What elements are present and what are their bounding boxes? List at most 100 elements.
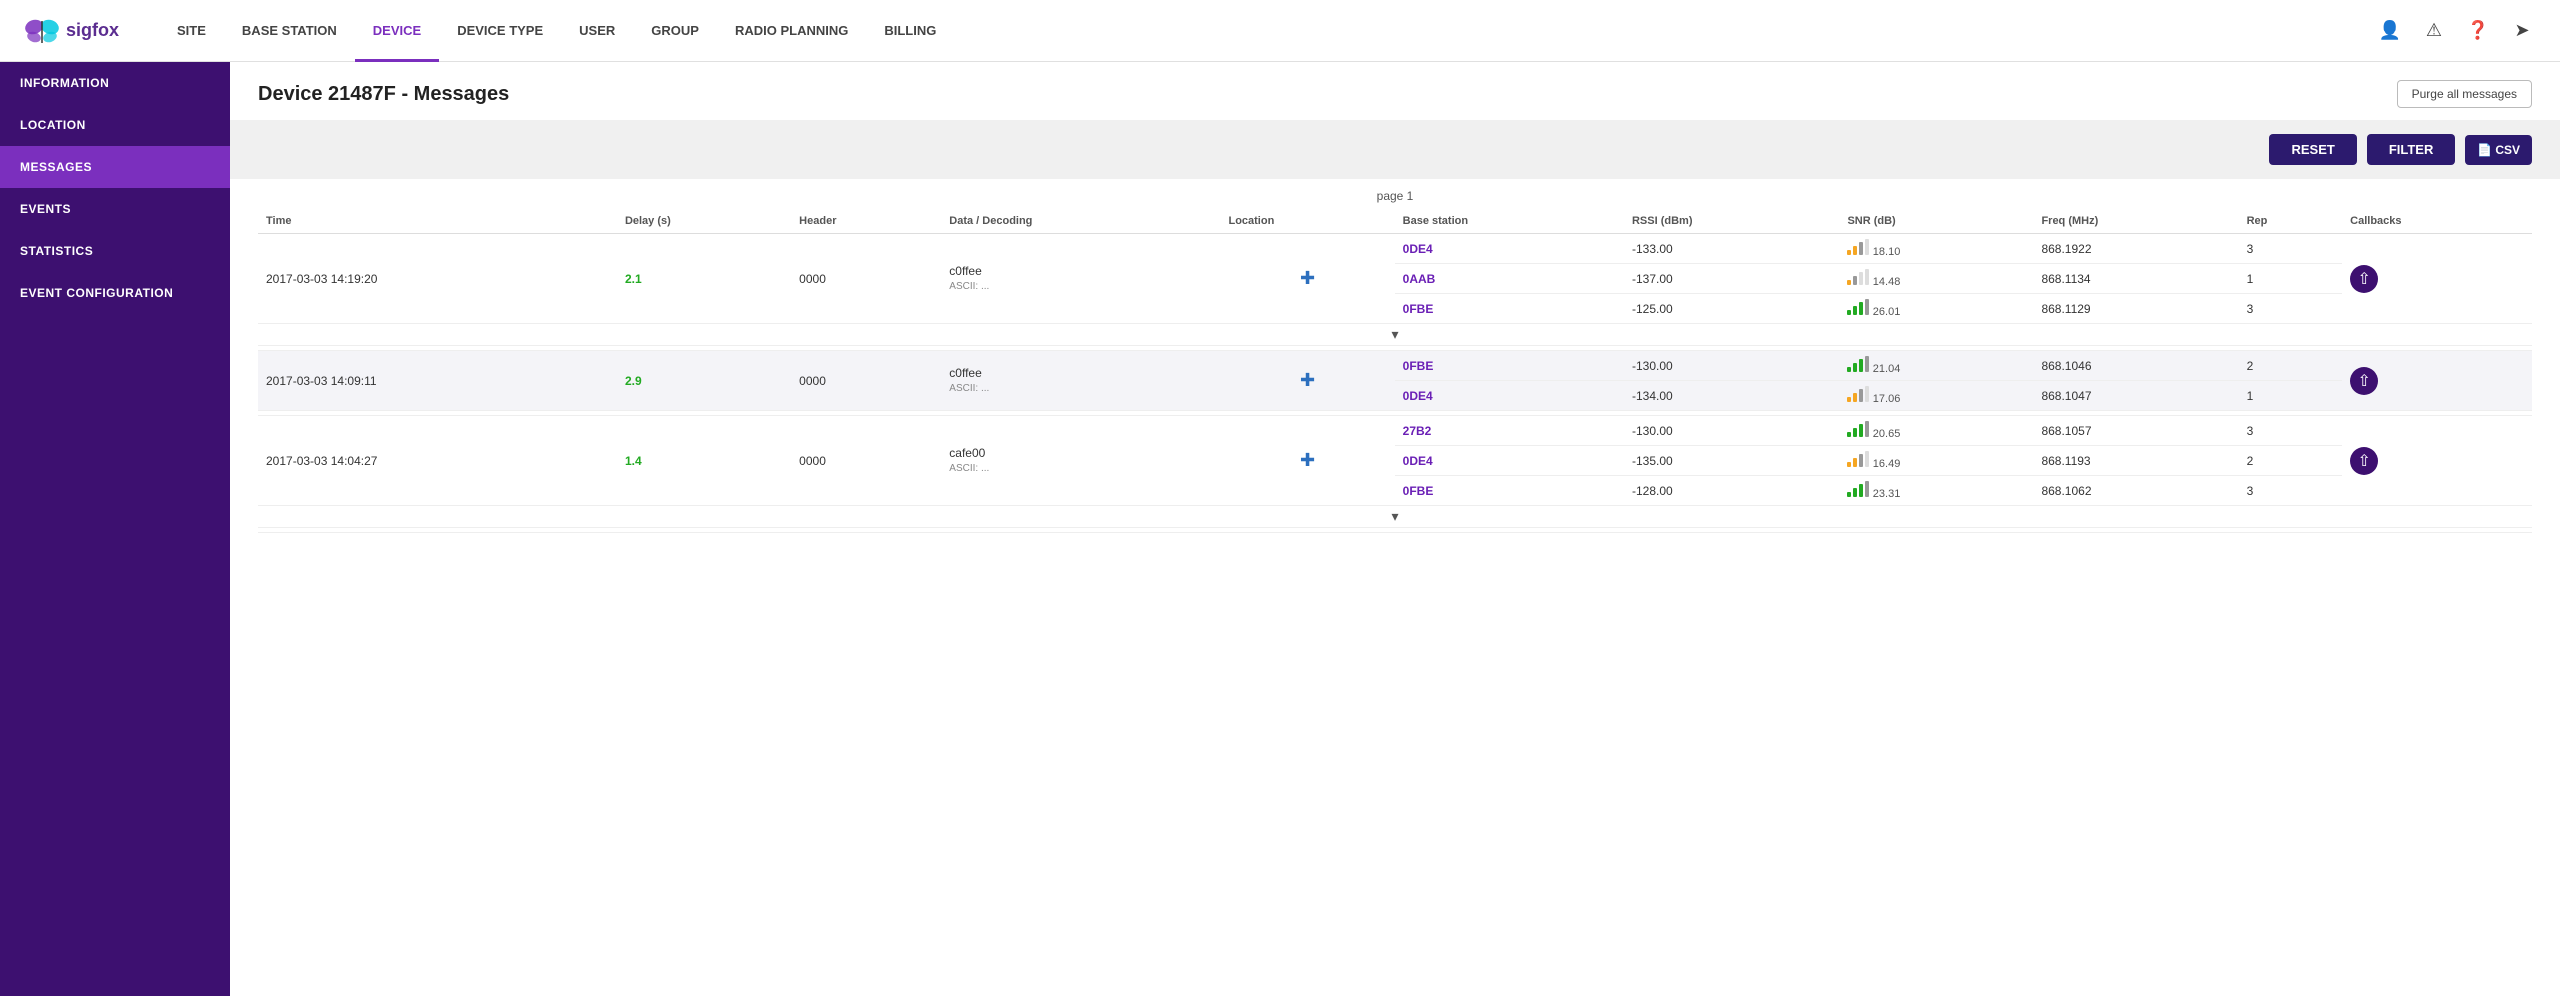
- base-station-link[interactable]: 0FBE: [1403, 302, 1434, 316]
- col-delay: Delay (s): [617, 209, 791, 234]
- cell-location[interactable]: ✚: [1220, 351, 1394, 411]
- cell-snr: 14.48: [1839, 264, 2033, 294]
- cell-base-station[interactable]: 0DE4: [1395, 381, 1624, 411]
- cell-freq: 868.1922: [2033, 234, 2238, 264]
- logout-icon[interactable]: ➤: [2508, 17, 2536, 45]
- nav-item-billing[interactable]: BILLING: [866, 0, 954, 62]
- cell-base-station[interactable]: 0FBE: [1395, 294, 1624, 324]
- nav-links: SITE BASE STATION DEVICE DEVICE TYPE USE…: [159, 0, 2376, 62]
- cell-snr: 17.06: [1839, 381, 2033, 411]
- csv-button[interactable]: 📄 CSV: [2465, 135, 2532, 165]
- top-nav: sigfox SITE BASE STATION DEVICE DEVICE T…: [0, 0, 2560, 62]
- cell-header: 0000: [791, 416, 941, 506]
- expand-chevron-icon[interactable]: ▾: [258, 506, 2532, 528]
- nav-item-radio-planning[interactable]: RADIO PLANNING: [717, 0, 866, 62]
- base-station-link[interactable]: 0AAB: [1403, 272, 1436, 286]
- expand-row[interactable]: ▾: [258, 324, 2532, 346]
- cell-rssi: -137.00: [1624, 264, 1839, 294]
- cell-snr: 21.04: [1839, 351, 2033, 381]
- nav-item-device[interactable]: DEVICE: [355, 0, 439, 62]
- cell-location[interactable]: ✚: [1220, 234, 1394, 324]
- cell-base-station[interactable]: 0AAB: [1395, 264, 1624, 294]
- base-station-link[interactable]: 0DE4: [1403, 454, 1433, 468]
- upload-callback-icon[interactable]: ⇧: [2350, 367, 2378, 395]
- nav-item-user[interactable]: USER: [561, 0, 633, 62]
- help-icon[interactable]: ❓: [2464, 17, 2492, 45]
- location-icon[interactable]: ✚: [1300, 450, 1315, 470]
- reset-button[interactable]: RESET: [2269, 134, 2356, 165]
- cell-base-station[interactable]: 0DE4: [1395, 234, 1624, 264]
- col-data: Data / Decoding: [941, 209, 1220, 234]
- cell-snr: 23.31: [1839, 476, 2033, 506]
- cell-rssi: -128.00: [1624, 476, 1839, 506]
- signal-bars-icon: [1847, 451, 1869, 467]
- base-station-link[interactable]: 27B2: [1403, 424, 1432, 438]
- cell-freq: 868.1129: [2033, 294, 2238, 324]
- cell-data: c0ffeeASCII: ...: [941, 351, 1220, 411]
- cell-time: 2017-03-03 14:04:27: [258, 416, 617, 506]
- expand-chevron-icon[interactable]: ▾: [258, 324, 2532, 346]
- cell-rssi: -135.00: [1624, 446, 1839, 476]
- signal-bars-icon: [1847, 356, 1869, 372]
- base-station-link[interactable]: 0DE4: [1403, 242, 1433, 256]
- location-icon[interactable]: ✚: [1300, 370, 1315, 390]
- col-snr: SNR (dB): [1839, 209, 2033, 234]
- signal-bars-icon: [1847, 239, 1869, 255]
- location-icon[interactable]: ✚: [1300, 268, 1315, 288]
- col-base-station: Base station: [1395, 209, 1624, 234]
- col-freq: Freq (MHz): [2033, 209, 2238, 234]
- cell-callbacks[interactable]: ⇧: [2342, 351, 2532, 411]
- nav-item-device-type[interactable]: DEVICE TYPE: [439, 0, 561, 62]
- cell-snr: 20.65: [1839, 416, 2033, 446]
- col-rssi: RSSI (dBm): [1624, 209, 1839, 234]
- nav-item-base-station[interactable]: BASE STATION: [224, 0, 355, 62]
- base-station-link[interactable]: 0DE4: [1403, 389, 1433, 403]
- cell-base-station[interactable]: 0FBE: [1395, 476, 1624, 506]
- logo-butterfly-icon: [24, 13, 60, 49]
- user-icon[interactable]: 👤: [2376, 17, 2404, 45]
- signal-bars-icon: [1847, 299, 1869, 315]
- cell-snr: 26.01: [1839, 294, 2033, 324]
- filter-bar: RESET FILTER 📄 CSV: [230, 120, 2560, 179]
- cell-callbacks[interactable]: ⇧: [2342, 416, 2532, 506]
- sidebar-item-information[interactable]: INFORMATION: [0, 62, 230, 104]
- nav-icons: 👤 ⚠ ❓ ➤: [2376, 17, 2536, 45]
- alert-icon[interactable]: ⚠: [2420, 17, 2448, 45]
- nav-item-site[interactable]: SITE: [159, 0, 224, 62]
- sidebar: INFORMATION LOCATION MESSAGES EVENTS STA…: [0, 62, 230, 996]
- sidebar-item-events[interactable]: EVENTS: [0, 188, 230, 230]
- main-layout: INFORMATION LOCATION MESSAGES EVENTS STA…: [0, 62, 2560, 996]
- expand-row[interactable]: ▾: [258, 506, 2532, 528]
- nav-item-group[interactable]: GROUP: [633, 0, 717, 62]
- base-station-link[interactable]: 0FBE: [1403, 359, 1434, 373]
- sidebar-item-location[interactable]: LOCATION: [0, 104, 230, 146]
- sidebar-item-messages[interactable]: MESSAGES: [0, 146, 230, 188]
- signal-bars-icon: [1847, 269, 1869, 285]
- cell-base-station[interactable]: 0DE4: [1395, 446, 1624, 476]
- base-station-link[interactable]: 0FBE: [1403, 484, 1434, 498]
- logo[interactable]: sigfox: [24, 13, 119, 49]
- col-header: Header: [791, 209, 941, 234]
- cell-rep: 3: [2239, 234, 2343, 264]
- sidebar-item-statistics[interactable]: STATISTICS: [0, 230, 230, 272]
- cell-rep: 1: [2239, 264, 2343, 294]
- upload-callback-icon[interactable]: ⇧: [2350, 265, 2378, 293]
- purge-all-messages-button[interactable]: Purge all messages: [2397, 80, 2532, 108]
- cell-rep: 3: [2239, 476, 2343, 506]
- cell-data: c0ffeeASCII: ...: [941, 234, 1220, 324]
- upload-callback-icon[interactable]: ⇧: [2350, 447, 2378, 475]
- cell-time: 2017-03-03 14:09:11: [258, 351, 617, 411]
- filter-button[interactable]: FILTER: [2367, 134, 2456, 165]
- cell-rssi: -133.00: [1624, 234, 1839, 264]
- table-row: 2017-03-03 14:04:271.40000cafe00ASCII: .…: [258, 416, 2532, 446]
- col-location: Location: [1220, 209, 1394, 234]
- cell-callbacks[interactable]: ⇧: [2342, 234, 2532, 324]
- cell-freq: 868.1047: [2033, 381, 2238, 411]
- cell-rep: 1: [2239, 381, 2343, 411]
- cell-location[interactable]: ✚: [1220, 416, 1394, 506]
- cell-rssi: -130.00: [1624, 416, 1839, 446]
- sidebar-item-event-configuration[interactable]: EVENT CONFIGURATION: [0, 272, 230, 314]
- cell-base-station[interactable]: 27B2: [1395, 416, 1624, 446]
- spacer-row: [258, 528, 2532, 533]
- cell-base-station[interactable]: 0FBE: [1395, 351, 1624, 381]
